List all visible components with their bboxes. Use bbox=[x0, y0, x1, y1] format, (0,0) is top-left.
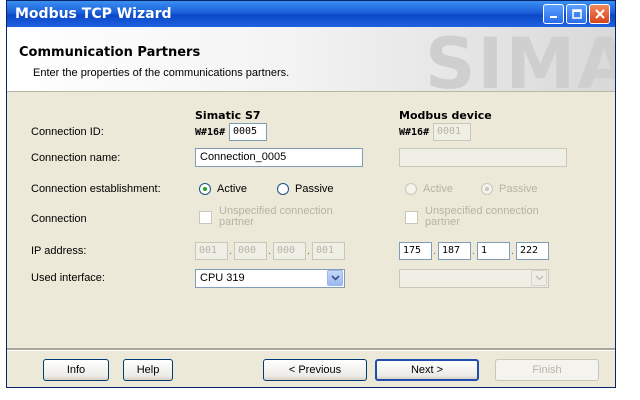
modbus-ip-octet-1[interactable]: 175 bbox=[399, 242, 432, 260]
close-icon bbox=[594, 9, 605, 19]
window-title: Modbus TCP Wizard bbox=[15, 6, 172, 22]
simatic-passive-radio[interactable] bbox=[277, 183, 289, 195]
wizard-header: SIMA Communication Partners Enter the pr… bbox=[7, 27, 615, 92]
ip-address-label: IP address: bbox=[31, 245, 87, 257]
page-title: Communication Partners bbox=[19, 45, 201, 60]
ip-dot: . bbox=[307, 245, 311, 257]
modbus-ip-octet-2[interactable]: 187 bbox=[438, 242, 471, 260]
simatic-ip-octet-4: 001 bbox=[312, 242, 345, 260]
modbus-passive-radio bbox=[481, 183, 493, 195]
ip-dot: . bbox=[229, 245, 233, 257]
connection-label: Connection bbox=[31, 213, 87, 225]
close-button[interactable] bbox=[589, 4, 610, 24]
help-button-label: Help bbox=[136, 364, 160, 376]
simatic-connection-name-field[interactable]: Connection_0005 bbox=[195, 148, 363, 167]
finish-button: Finish bbox=[495, 359, 599, 381]
simatic-unspecified-label-2: partner bbox=[219, 216, 254, 228]
connection-id-label: Connection ID: bbox=[31, 126, 104, 138]
simatic-interface-value: CPU 319 bbox=[200, 272, 245, 284]
ip-dot: . bbox=[472, 245, 476, 257]
simatic-id-prefix: W#16# bbox=[195, 127, 226, 138]
minimize-icon bbox=[549, 16, 557, 18]
modbus-active-radio bbox=[405, 183, 417, 195]
modbus-connection-id-field: 0001 bbox=[433, 123, 471, 141]
used-interface-label: Used interface: bbox=[31, 272, 105, 284]
connection-establishment-label: Connection establishment: bbox=[31, 183, 161, 195]
simatic-interface-dropdown-button[interactable] bbox=[327, 270, 343, 286]
info-button[interactable]: Info bbox=[43, 359, 109, 381]
next-button[interactable]: Next > bbox=[375, 359, 479, 381]
next-button-label: Next > bbox=[410, 364, 444, 376]
maximize-icon bbox=[571, 9, 582, 19]
ip-dot: . bbox=[511, 245, 515, 257]
modbus-interface-select bbox=[399, 269, 549, 288]
modbus-column-title: Modbus device bbox=[399, 109, 492, 122]
finish-button-label: Finish bbox=[532, 364, 562, 376]
modbus-active-label: Active bbox=[423, 183, 453, 195]
wizard-window: Modbus TCP Wizard SIMA Communication Par… bbox=[6, 0, 616, 388]
modbus-interface-dropdown-button bbox=[531, 270, 547, 286]
connection-name-label: Connection name: bbox=[31, 152, 121, 164]
previous-button[interactable]: < Previous bbox=[263, 359, 367, 381]
modbus-connection-name-field bbox=[399, 148, 567, 167]
simatic-passive-label[interactable]: Passive bbox=[295, 183, 334, 195]
maximize-button[interactable] bbox=[566, 4, 587, 24]
simatic-connection-id-field[interactable]: 0005 bbox=[229, 123, 267, 141]
ip-dot: . bbox=[433, 245, 437, 257]
simatic-active-radio[interactable] bbox=[199, 183, 211, 195]
ip-dot: . bbox=[268, 245, 272, 257]
simatic-ip-octet-2: 000 bbox=[234, 242, 267, 260]
modbus-passive-label: Passive bbox=[499, 183, 538, 195]
modbus-id-prefix: W#16# bbox=[399, 127, 430, 138]
simatic-active-label[interactable]: Active bbox=[217, 183, 247, 195]
modbus-unspecified-checkbox bbox=[405, 211, 418, 224]
modbus-unspecified-label-2: partner bbox=[425, 216, 460, 228]
brand-watermark: SIMA bbox=[425, 27, 615, 92]
simatic-ip-octet-1: 001 bbox=[195, 242, 228, 260]
chevron-down-icon bbox=[534, 275, 544, 281]
page-subtitle: Enter the properties of the communicatio… bbox=[33, 67, 290, 79]
modbus-ip-octet-3[interactable]: 1 bbox=[477, 242, 510, 260]
chevron-down-icon bbox=[330, 275, 340, 281]
simatic-column-title: Simatic S7 bbox=[195, 109, 261, 122]
footer-separator bbox=[7, 348, 615, 351]
modbus-ip-octet-4[interactable]: 222 bbox=[516, 242, 549, 260]
minimize-button[interactable] bbox=[543, 4, 564, 24]
simatic-unspecified-checkbox bbox=[199, 211, 212, 224]
previous-button-label: < Previous bbox=[288, 364, 342, 376]
title-bar[interactable]: Modbus TCP Wizard bbox=[7, 1, 615, 27]
info-button-label: Info bbox=[66, 364, 86, 376]
simatic-interface-select[interactable]: CPU 319 bbox=[195, 269, 345, 288]
help-button[interactable]: Help bbox=[123, 359, 173, 381]
simatic-ip-octet-3: 000 bbox=[273, 242, 306, 260]
